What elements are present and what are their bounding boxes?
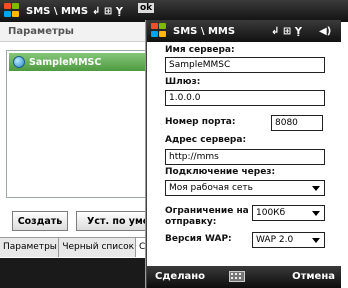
done-button[interactable]: Сделано [155, 271, 205, 282]
soft-key-bar [0, 258, 160, 288]
server-name-label: Имя сервера: [165, 45, 235, 55]
server-name-field[interactable]: SampleMMSC [165, 57, 325, 73]
list-item[interactable]: SampleMMSC [9, 53, 151, 71]
app-title: SMS \ MMS [173, 25, 236, 37]
gateway-field[interactable]: 1.0.0.0 [165, 90, 325, 106]
connect-via-value: Моя рабочая сеть [169, 183, 253, 193]
server-address-label: Адрес сервера: [165, 135, 247, 145]
server-address-field[interactable]: http://mms [165, 149, 325, 165]
page-title: Параметры [0, 22, 160, 42]
list-item-label: SampleMMSC [29, 56, 102, 68]
signal-icon: ↲ ⊞ Ỵ [271, 25, 302, 37]
wap-version-value: WAP 2.0 [256, 235, 294, 245]
connect-via-label: Подключение через: [165, 167, 276, 177]
speaker-icon: ◀) [319, 25, 332, 37]
connect-via-select[interactable]: Моя рабочая сеть [165, 180, 325, 196]
chevron-down-icon [312, 186, 320, 191]
tab-blacklist[interactable]: Черный список [59, 238, 136, 257]
chevron-down-icon [312, 238, 320, 243]
windows-logo-icon[interactable] [4, 3, 22, 19]
gateway-label: Шлюз: [165, 77, 201, 87]
windows-logo-icon[interactable] [151, 23, 169, 39]
keyboard-icon[interactable] [229, 271, 245, 282]
cancel-button[interactable]: Отмена [292, 271, 335, 282]
soft-key-bar: Сделано Отмена [147, 266, 341, 288]
port-field[interactable]: 8080 [271, 115, 323, 131]
front-screen: SMS \ MMS ↲ ⊞ Ỵ ◀) Имя сервера: SampleMM… [146, 20, 341, 288]
title-bar: SMS \ MMS ↲ ⊞ Ỵ ◀) [147, 20, 341, 42]
globe-icon [13, 56, 25, 68]
tab-bar: Параметры Черный список Сер [0, 237, 160, 257]
send-limit-label-line2: отправку: [165, 217, 217, 227]
send-limit-select[interactable]: 100Кб [252, 205, 325, 221]
chevron-down-icon [312, 211, 320, 216]
ok-button[interactable]: ok [138, 3, 155, 13]
tab-settings[interactable]: Параметры [0, 238, 60, 257]
send-limit-label-line1: Ограничение на [165, 206, 249, 216]
send-limit-value: 100Кб [256, 208, 286, 218]
title-bar: SMS \ MMS ↲ ⊞ Ỵ ok [0, 0, 348, 22]
app-title: SMS \ MMS [26, 5, 89, 17]
port-label: Номер порта: [165, 117, 236, 127]
mmsc-list[interactable]: SampleMMSC [6, 50, 154, 198]
wap-version-label: Версия WAP: [165, 234, 232, 244]
create-button[interactable]: Создать [12, 211, 68, 231]
signal-icon: ↲ ⊞ Ỵ [92, 5, 123, 17]
wap-version-select[interactable]: WAP 2.0 [252, 232, 325, 248]
